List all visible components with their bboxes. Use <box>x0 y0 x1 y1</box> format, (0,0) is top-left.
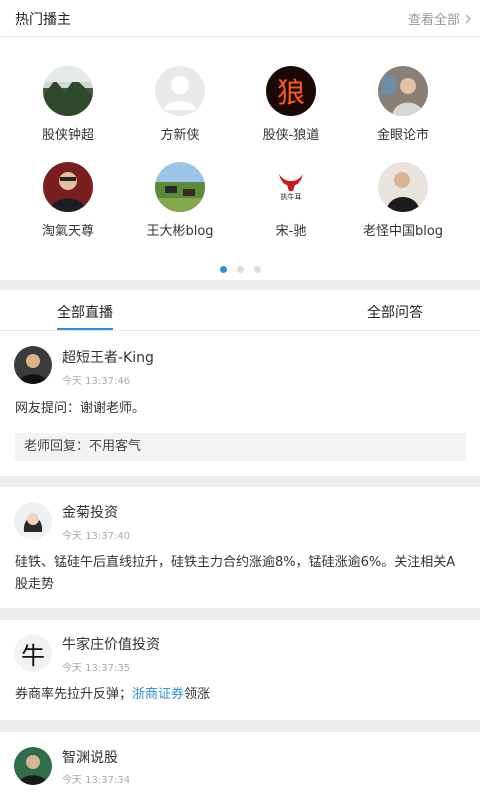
tab-all-live[interactable]: 全部直播 <box>57 302 113 330</box>
host-item[interactable]: 方新侠 <box>120 66 240 143</box>
host-avatar <box>378 66 428 116</box>
author-name: 牛家庄价值投资 <box>62 637 160 653</box>
author-avatar <box>14 502 52 540</box>
host-name: 淘氣天尊 <box>41 224 94 239</box>
post-content: 网友提问：谢谢老师。 <box>15 401 146 416</box>
host-item[interactable]: 金眼论市 <box>343 66 463 143</box>
avatar-glyph: 执牛耳 <box>280 193 302 201</box>
host-item[interactable]: 老怪中国blog <box>343 162 463 239</box>
author-avatar: 牛 <box>14 634 52 672</box>
page-dot[interactable] <box>253 266 261 273</box>
host-name: 王大彬blog <box>146 224 214 239</box>
host-avatar <box>378 162 428 212</box>
host-name: 股侠-狼道 <box>262 128 320 143</box>
host-item[interactable]: 王大彬blog <box>120 162 240 239</box>
host-avatar <box>43 66 93 116</box>
host-avatar <box>155 162 205 212</box>
teacher-reply: 老师回复：不用客气 <box>15 433 466 461</box>
host-avatar: 执牛耳 <box>266 162 316 212</box>
author-avatar <box>14 346 52 384</box>
page-dot[interactable] <box>236 266 244 273</box>
host-item[interactable]: 股侠钟超 <box>8 66 128 143</box>
content-text: 领涨 <box>184 687 211 702</box>
host-item[interactable]: 狼 股侠-狼道 <box>231 66 351 143</box>
author-avatar <box>14 747 52 785</box>
view-all-link[interactable]: 查看全部 <box>408 9 474 28</box>
host-avatar <box>43 162 93 212</box>
post-content: 硅铁、锰硅午后直线拉升，硅铁主力合约涨逾8%，锰硅涨逾6%。关注相关A股走势 <box>15 555 456 592</box>
host-name: 股侠钟超 <box>41 128 94 143</box>
default-avatar-icon <box>155 66 205 116</box>
tab-active-indicator <box>57 328 113 330</box>
post-time: 今天 13:37:40 <box>62 531 131 542</box>
page-indicator <box>0 258 480 273</box>
stock-link[interactable]: 浙商证券 <box>132 687 184 702</box>
view-all-label: 查看全部 <box>407 13 460 28</box>
chevron-right-icon <box>465 14 471 23</box>
tab-label: 全部直播 <box>57 305 113 321</box>
author-name: 智渊说股 <box>62 750 118 766</box>
feed-item[interactable]: 金菊投资 今天 13:37:40 硅铁、锰硅午后直线拉升，硅铁主力合约涨逾8%，… <box>0 487 480 608</box>
host-name: 方新侠 <box>160 128 200 143</box>
feed-item[interactable]: 超短王者-King 今天 13:37:46 网友提问：谢谢老师。 老师回复：不用… <box>0 331 480 476</box>
section-title: 热门播主 <box>15 12 71 28</box>
post-time: 今天 13:37:34 <box>62 775 131 786</box>
host-avatar: 狼 <box>266 66 316 116</box>
feed-item[interactable]: 牛 牛家庄价值投资 今天 13:37:35 券商率先拉升反弹；浙商证券领涨 <box>0 620 480 720</box>
content-text: 券商率先拉升反弹； <box>15 687 133 702</box>
tab-label: 全部问答 <box>367 305 423 321</box>
avatar-glyph: 牛 <box>21 641 45 670</box>
author-name: 金菊投资 <box>62 505 118 521</box>
tab-all-qa[interactable]: 全部问答 <box>367 302 423 322</box>
host-name: 老怪中国blog <box>362 224 444 239</box>
host-item[interactable]: 淘氣天尊 <box>8 162 128 239</box>
host-item[interactable]: 执牛耳 宋-驰 <box>231 162 351 239</box>
host-name: 宋-驰 <box>275 224 307 239</box>
hot-hosts-header: 热门播主 查看全部 <box>0 0 480 37</box>
post-content: 券商率先拉升反弹；浙商证券领涨 <box>15 684 467 706</box>
feed-tabs: 全部直播 全部问答 <box>0 290 480 331</box>
feed-item[interactable]: 智渊说股 今天 13:37:34 <box>0 732 480 800</box>
post-time: 今天 13:37:46 <box>62 376 131 387</box>
hosts-grid: 股侠钟超 方新侠 狼 股侠-狼道 金眼论市 淘氣天尊 王大彬blog 执牛耳 宋… <box>0 37 480 280</box>
page-dot[interactable] <box>219 266 227 273</box>
host-name: 金眼论市 <box>376 128 429 143</box>
bull-logo-icon <box>279 174 303 191</box>
avatar-glyph: 狼 <box>276 76 305 109</box>
post-time: 今天 13:37:35 <box>62 663 131 674</box>
author-name: 超短王者-King <box>62 350 154 366</box>
